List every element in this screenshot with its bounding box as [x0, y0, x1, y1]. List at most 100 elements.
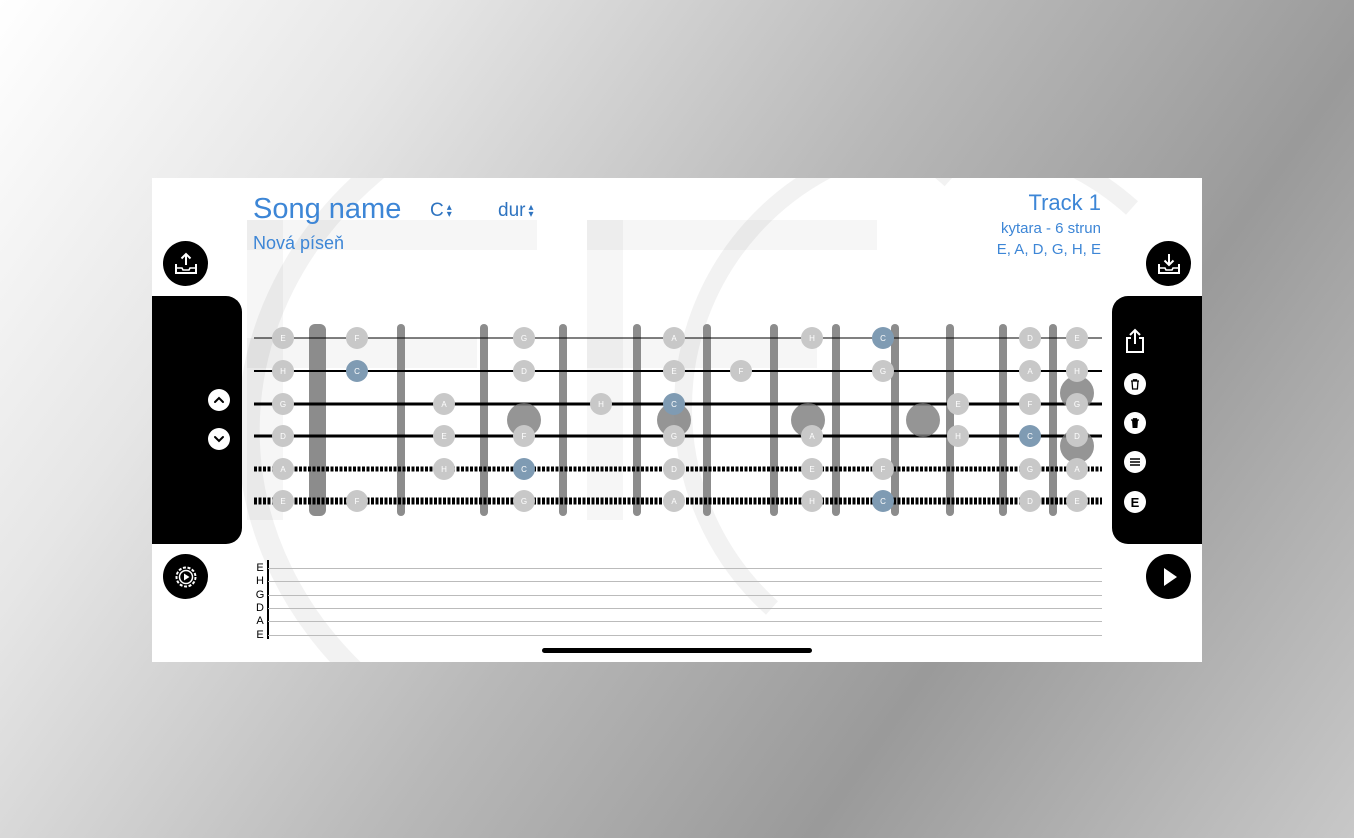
note-marker[interactable]: A	[1019, 360, 1041, 382]
tab-string-label: E	[256, 562, 264, 574]
note-label: A	[441, 400, 447, 409]
note-marker[interactable]: A	[433, 393, 455, 415]
note-marker[interactable]: G	[1066, 393, 1088, 415]
tab-staff-line	[268, 568, 1102, 569]
fret-11	[1049, 324, 1057, 516]
note-label: D	[1074, 432, 1080, 441]
fret-6	[770, 324, 778, 516]
note-marker[interactable]: E	[663, 360, 685, 382]
note-marker[interactable]: A	[1066, 458, 1088, 480]
tab-staff[interactable]: EHGDAE	[252, 560, 1102, 640]
note-label: H	[280, 367, 286, 376]
note-marker[interactable]: G	[663, 425, 685, 447]
note-label: D	[671, 465, 677, 474]
note-label: A	[671, 334, 677, 343]
note-marker[interactable]: E	[1066, 327, 1088, 349]
note-marker[interactable]: A	[801, 425, 823, 447]
note-marker[interactable]: E	[272, 490, 294, 512]
note-marker[interactable]: G	[872, 360, 894, 382]
nut	[309, 324, 326, 516]
fret-10	[999, 324, 1007, 516]
note-label: C	[354, 367, 360, 376]
note-marker[interactable]: G	[513, 490, 535, 512]
note-label: D	[521, 367, 527, 376]
note-marker[interactable]: F	[346, 490, 368, 512]
note-marker[interactable]: E	[433, 425, 455, 447]
note-marker[interactable]: D	[1019, 490, 1041, 512]
note-label: E	[955, 400, 960, 409]
note-label: F	[355, 497, 360, 506]
note-label: H	[598, 400, 604, 409]
note-label: D	[1027, 497, 1033, 506]
note-marker[interactable]: C	[872, 490, 894, 512]
note-label: H	[441, 465, 447, 474]
note-marker[interactable]: F	[1019, 393, 1041, 415]
note-label: D	[1027, 334, 1033, 343]
note-marker[interactable]: D	[513, 360, 535, 382]
note-marker[interactable]: H	[801, 327, 823, 349]
tab-staff-line	[268, 634, 1102, 636]
note-marker[interactable]: H	[1066, 360, 1088, 382]
note-label: A	[280, 465, 286, 474]
note-label: G	[671, 432, 677, 441]
note-label: C	[521, 465, 527, 474]
note-label: E	[280, 497, 285, 506]
note-marker[interactable]: A	[663, 327, 685, 349]
note-marker[interactable]: D	[663, 458, 685, 480]
tab-staff-line	[268, 581, 1102, 583]
fret-1	[397, 324, 405, 516]
note-label: H	[1074, 367, 1080, 376]
note-label: E	[441, 432, 446, 441]
note-marker[interactable]: H	[947, 425, 969, 447]
fret-3	[559, 324, 567, 516]
note-label: E	[809, 465, 814, 474]
note-label: C	[880, 334, 886, 343]
fret-9	[946, 324, 954, 516]
note-marker[interactable]: E	[272, 327, 294, 349]
tab-string-label: G	[255, 588, 265, 601]
note-marker[interactable]: F	[513, 425, 535, 447]
note-label: H	[955, 432, 961, 441]
fret-2	[480, 324, 488, 516]
note-marker[interactable]: C	[1019, 425, 1041, 447]
note-marker[interactable]: H	[433, 458, 455, 480]
fret-7	[832, 324, 840, 516]
note-marker[interactable]: F	[872, 458, 894, 480]
note-marker[interactable]: A	[663, 490, 685, 512]
note-label: E	[280, 334, 285, 343]
note-marker[interactable]: C	[513, 458, 535, 480]
fret-4	[633, 324, 641, 516]
home-indicator	[542, 648, 812, 653]
note-marker[interactable]: D	[272, 425, 294, 447]
note-marker[interactable]: G	[1019, 458, 1041, 480]
note-label: H	[809, 334, 815, 343]
tab-string-label: E	[256, 628, 264, 641]
tab-string-label: A	[256, 615, 264, 628]
note-marker[interactable]: H	[590, 393, 612, 415]
note-marker[interactable]: D	[1066, 425, 1088, 447]
note-marker[interactable]: F	[346, 327, 368, 349]
tab-staff-line	[268, 594, 1102, 596]
note-marker[interactable]: H	[801, 490, 823, 512]
note-marker[interactable]: E	[947, 393, 969, 415]
note-marker[interactable]: C	[872, 327, 894, 349]
note-marker[interactable]: G	[272, 393, 294, 415]
note-marker[interactable]: A	[272, 458, 294, 480]
note-marker[interactable]: F	[730, 360, 752, 382]
note-marker[interactable]: E	[1066, 490, 1088, 512]
note-marker[interactable]: H	[272, 360, 294, 382]
note-label: G	[1074, 400, 1080, 409]
note-marker[interactable]: C	[663, 393, 685, 415]
tab-staff-line	[268, 607, 1102, 609]
note-label: C	[1027, 432, 1033, 441]
note-label: F	[522, 432, 527, 441]
fret-8	[891, 324, 899, 516]
note-label: G	[280, 400, 286, 409]
note-label: E	[1074, 497, 1079, 506]
note-marker[interactable]: D	[1019, 327, 1041, 349]
tab-string-label: D	[256, 601, 264, 614]
note-marker[interactable]: C	[346, 360, 368, 382]
note-marker[interactable]: E	[801, 458, 823, 480]
note-marker[interactable]: G	[513, 327, 535, 349]
fret-marker	[906, 403, 940, 437]
